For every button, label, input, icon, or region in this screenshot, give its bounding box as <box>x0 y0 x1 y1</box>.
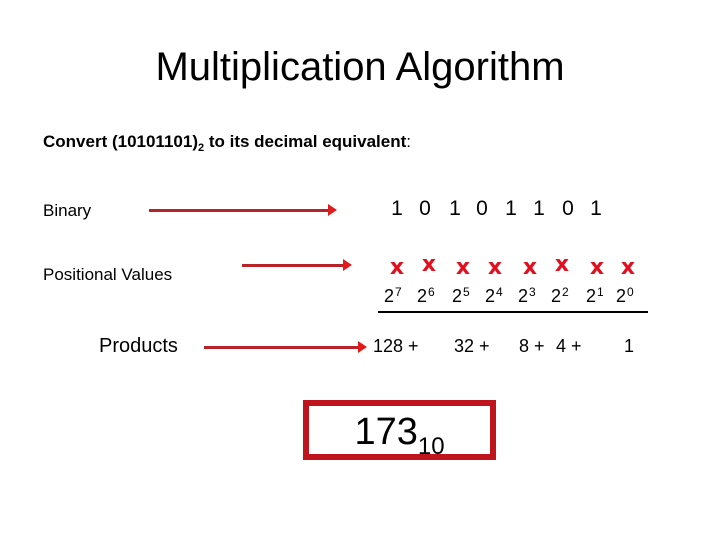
binary-label: Binary <box>43 201 92 220</box>
multiply-icon: x <box>421 252 437 277</box>
power-exponent: 1 <box>597 285 604 299</box>
result-number: 173 <box>354 411 418 453</box>
power-exponent: 3 <box>529 285 536 299</box>
product-term: 128 + <box>373 336 419 356</box>
product-term: 32 + <box>454 336 490 356</box>
slide-title: Multiplication Algorithm <box>155 45 565 89</box>
positional-power: 21 <box>586 285 604 307</box>
multiply-icon: x <box>589 255 605 280</box>
positional-arrow-icon <box>242 259 352 271</box>
power-base: 2 <box>551 286 562 306</box>
products-arrow-icon <box>204 341 367 353</box>
positional-power: 23 <box>518 285 536 307</box>
multiply-icon: x <box>554 252 570 277</box>
power-exponent: 2 <box>562 285 569 299</box>
binary-digit: 1 <box>391 197 403 220</box>
sum-underline <box>378 311 648 313</box>
result-box: 17310 <box>303 400 496 460</box>
binary-digit: 1 <box>505 197 517 220</box>
binary-digit: 1 <box>449 197 461 220</box>
problem-statement: Convert (10101101)2 to its decimal equiv… <box>43 131 412 154</box>
power-exponent: 6 <box>428 285 435 299</box>
power-base: 2 <box>485 286 496 306</box>
power-exponent: 7 <box>395 285 402 299</box>
multiply-icon: x <box>522 255 538 280</box>
positional-power: 27 <box>384 285 402 307</box>
power-exponent: 4 <box>496 285 503 299</box>
power-exponent: 0 <box>627 285 634 299</box>
binary-arrow-icon <box>149 204 337 216</box>
power-base: 2 <box>518 286 529 306</box>
power-base: 2 <box>586 286 597 306</box>
power-base: 2 <box>616 286 627 306</box>
result-base-subscript: 10 <box>417 433 445 460</box>
binary-digit: 1 <box>590 197 602 220</box>
power-base: 2 <box>452 286 463 306</box>
positional-power: 25 <box>452 285 470 307</box>
multiply-icon: x <box>455 255 471 280</box>
positional-power: 24 <box>485 285 503 307</box>
binary-digit: 0 <box>419 197 431 220</box>
power-base: 2 <box>384 286 395 306</box>
binary-digit: 0 <box>476 197 488 220</box>
positional-power: 22 <box>551 285 569 307</box>
multiply-icon: x <box>389 255 405 280</box>
products-label: Products <box>99 335 178 357</box>
positional-power: 20 <box>616 285 634 307</box>
prompt-prefix: Convert (10101101) <box>43 132 198 151</box>
power-base: 2 <box>417 286 428 306</box>
product-term: 4 + <box>556 336 582 356</box>
positional-values-label: Positional Values <box>43 265 173 284</box>
product-term: 1 <box>624 336 635 356</box>
result-value: 17310 <box>309 410 490 459</box>
multiply-icon: x <box>487 255 503 280</box>
product-term: 8 + <box>519 336 545 356</box>
binary-digit: 1 <box>533 197 545 220</box>
prompt-suffix: to its decimal equivalent <box>204 132 407 151</box>
power-exponent: 5 <box>463 285 470 299</box>
multiply-icon: x <box>620 255 636 280</box>
binary-digit: 0 <box>562 197 574 220</box>
prompt-colon: : <box>406 132 412 151</box>
positional-power: 26 <box>417 285 435 307</box>
